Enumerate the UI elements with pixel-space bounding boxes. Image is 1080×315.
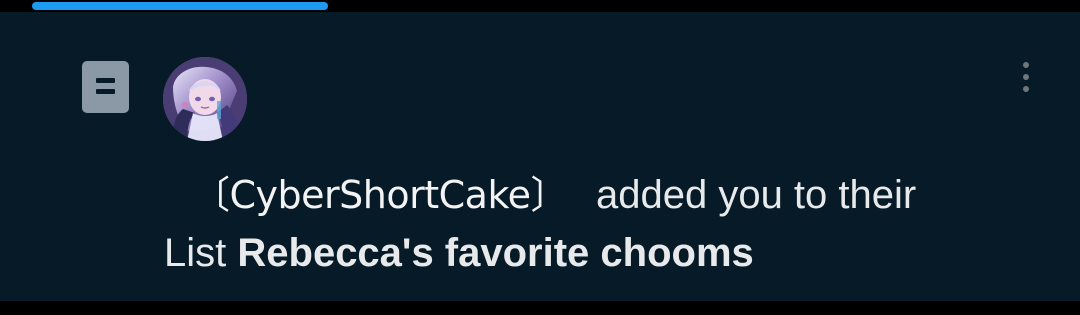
more-options-button[interactable]: [1012, 58, 1040, 96]
list-icon: [82, 61, 129, 113]
notification-action-text: added you to their: [595, 173, 917, 217]
avatar[interactable]: [163, 57, 247, 141]
notification-list-name[interactable]: Rebecca's favorite chooms: [237, 231, 753, 275]
progress-indicator: [32, 2, 328, 10]
notification-message: 〔CyberShortCake〕 added you to their List …: [164, 166, 1044, 282]
top-strip: [0, 0, 1080, 12]
bottom-strip: [0, 301, 1080, 315]
more-vertical-icon: [1023, 62, 1029, 68]
notification-username[interactable]: 〔CyberShortCake〕: [192, 173, 568, 217]
more-vertical-icon: [1023, 86, 1029, 92]
notification-card[interactable]: 〔CyberShortCake〕 added you to their List …: [0, 12, 1080, 301]
more-vertical-icon: [1023, 74, 1029, 80]
notification-list-prefix: List: [164, 231, 227, 275]
